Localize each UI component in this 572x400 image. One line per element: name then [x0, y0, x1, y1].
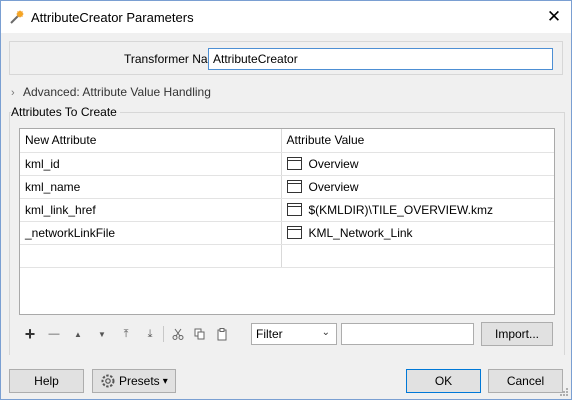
advanced-label: Advanced: Attribute Value Handling — [23, 85, 211, 99]
cut-button[interactable] — [169, 323, 187, 345]
import-button[interactable]: Import... — [481, 322, 553, 346]
dropdown-arrow-icon: ▾ — [162, 375, 168, 387]
attributes-table: New Attribute Attribute Value kml_id Ove… — [19, 128, 555, 315]
attribute-value-cell[interactable]: Overview — [281, 175, 554, 199]
attribute-name-cell[interactable]: _networkLinkFile — [20, 221, 282, 245]
table-toolbar: + — ▲ ▼ ⤒ ⤓ Filter ⌄ Import... — [19, 322, 555, 346]
cut-icon — [172, 328, 184, 340]
attribute-value-cell[interactable] — [281, 244, 554, 268]
close-icon: ✕ — [546, 7, 562, 26]
column-header-attribute-value[interactable]: Attribute Value — [281, 129, 554, 153]
attribute-name-cell[interactable]: kml_name — [20, 175, 282, 199]
chevron-right-icon: › — [11, 87, 15, 99]
presets-label: Presets — [119, 374, 160, 388]
paste-button[interactable] — [213, 323, 231, 345]
attribute-name-cell[interactable]: kml_id — [20, 152, 282, 176]
text-value-icon[interactable] — [286, 202, 302, 216]
advanced-section-toggle[interactable]: › Advanced: Attribute Value Handling — [11, 85, 211, 99]
table-row[interactable]: kml_id Overview — [20, 152, 554, 176]
table-row-empty[interactable] — [20, 244, 554, 268]
add-row-button[interactable]: + — [21, 323, 39, 345]
chevron-down-icon: ⌄ — [321, 327, 330, 338]
move-top-icon: ⤒ — [123, 327, 129, 340]
ok-button[interactable]: OK — [406, 369, 481, 393]
column-header-new-attribute[interactable]: New Attribute — [20, 129, 282, 153]
move-bottom-icon: ⤓ — [147, 327, 153, 340]
close-button[interactable]: ✕ — [537, 1, 571, 33]
table-row[interactable]: kml_name Overview — [20, 175, 554, 199]
copy-button[interactable] — [191, 323, 209, 345]
attribute-value-cell[interactable]: $(KMLDIR)\TILE_OVERVIEW.kmz — [281, 198, 554, 222]
attributes-group-label: Attributes To Create — [11, 105, 120, 119]
presets-gear-icon — [101, 374, 115, 388]
copy-icon — [194, 328, 205, 340]
filter-text-input[interactable] — [341, 323, 474, 345]
text-value-icon[interactable] — [286, 179, 302, 193]
table-row[interactable]: _networkLinkFile KML_Network_Link — [20, 221, 554, 245]
cancel-button[interactable]: Cancel — [488, 369, 563, 393]
fme-app-icon — [10, 10, 24, 24]
filter-dropdown[interactable]: Filter ⌄ — [251, 323, 337, 345]
text-value-icon[interactable] — [286, 225, 302, 239]
move-down-button[interactable]: ▼ — [93, 323, 111, 345]
title-bar: AttributeCreator Parameters ✕ — [1, 1, 571, 33]
table-header-row: New Attribute Attribute Value — [20, 129, 554, 153]
help-button[interactable]: Help — [9, 369, 84, 393]
paste-icon — [217, 327, 227, 340]
filter-dropdown-value: Filter — [256, 327, 283, 341]
remove-row-button[interactable]: — — [45, 323, 63, 345]
window-title: AttributeCreator Parameters — [31, 10, 194, 25]
move-to-top-button[interactable]: ⤒ — [117, 323, 135, 345]
move-up-icon: ▲ — [74, 329, 82, 339]
table-row[interactable]: kml_link_href $(KMLDIR)\TILE_OVERVIEW.km… — [20, 198, 554, 222]
attribute-value-cell[interactable]: KML_Network_Link — [281, 221, 554, 245]
transformer-name-box: Transformer Name: AttributeCreator — [9, 41, 563, 75]
attribute-name-cell[interactable] — [20, 244, 282, 268]
toolbar-separator — [163, 326, 164, 342]
presets-button[interactable]: Presets ▾ — [92, 369, 176, 393]
text-value-icon[interactable] — [286, 156, 302, 170]
remove-icon: — — [48, 328, 60, 340]
move-up-button[interactable]: ▲ — [69, 323, 87, 345]
resize-grip-icon[interactable] — [559, 387, 569, 397]
move-down-icon: ▼ — [98, 329, 106, 339]
move-to-bottom-button[interactable]: ⤓ — [141, 323, 159, 345]
attribute-value-cell[interactable]: Overview — [281, 152, 554, 176]
add-icon: + — [24, 323, 36, 344]
attributecreator-dialog: AttributeCreator Parameters ✕ Transforme… — [0, 0, 572, 400]
attribute-name-cell[interactable]: kml_link_href — [20, 198, 282, 222]
transformer-name-input[interactable]: AttributeCreator — [208, 48, 553, 70]
